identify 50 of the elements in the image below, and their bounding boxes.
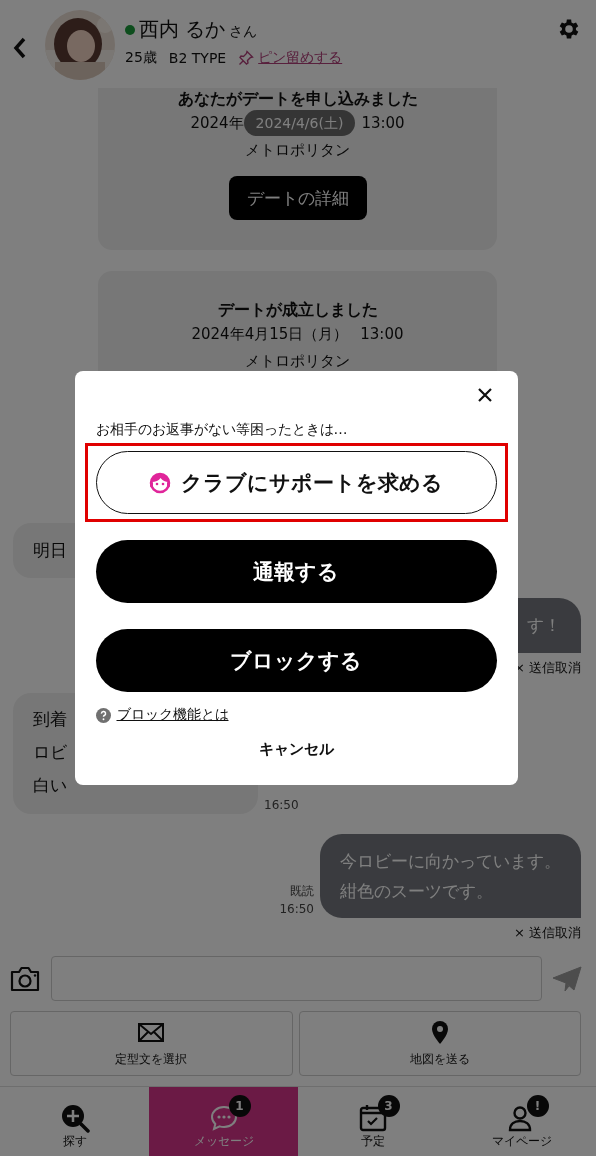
message-text: 今ロビーに向かっています。 <box>340 850 561 873</box>
message-input[interactable] <box>51 956 542 1001</box>
card-date: 2024年4月15日（月） <box>191 324 349 345</box>
help-link[interactable]: ブロック機能とは <box>116 706 229 724</box>
message-time: 16:50 <box>279 901 314 918</box>
nav-tab[interactable]: ! マイページ <box>447 1087 596 1156</box>
nav-tab[interactable]: 3 予定 <box>298 1087 447 1156</box>
notification-badge: 3 <box>377 1095 400 1117</box>
user-type: B2 TYPE <box>168 50 227 66</box>
pin-link[interactable]: ピン留めする <box>258 49 343 67</box>
card-place: メトロポリタン <box>245 140 350 161</box>
card-title: デートが成立しました <box>217 299 378 321</box>
block-button[interactable]: ブロックする <box>95 629 497 692</box>
notification-badge: ! <box>526 1095 549 1117</box>
user-age: 25歳 <box>125 49 157 67</box>
card-date: 13:00 <box>361 113 405 134</box>
card-place: メトロポリタン <box>245 351 350 372</box>
cancel-button[interactable]: キャンセル <box>254 740 338 759</box>
message-text: 到着 <box>33 708 67 731</box>
close-icon[interactable] <box>476 387 493 403</box>
card-date: 2024年 <box>190 113 244 134</box>
notification-badge: 1 <box>228 1095 251 1117</box>
message-time: 16:50 <box>264 797 299 814</box>
nav-tab[interactable]: 探す <box>0 1087 149 1156</box>
send-map-button[interactable]: 地図を送る <box>298 1011 581 1076</box>
template-button[interactable]: 定型文を選択 <box>10 1011 293 1076</box>
support-button[interactable]: クラブにサポートを求める <box>95 451 497 514</box>
help-icon <box>95 707 111 723</box>
pin-icon <box>238 50 255 66</box>
honorific: さん <box>229 22 258 41</box>
search-icon <box>59 1103 90 1133</box>
map-pin-icon <box>429 1019 450 1045</box>
report-button[interactable]: 通報する <box>95 540 497 603</box>
unsend-link[interactable]: × 送信取消 <box>513 924 581 942</box>
message-text: す！ <box>527 614 561 637</box>
message-text: 明日 <box>33 539 67 562</box>
message-text: 白い <box>33 774 67 797</box>
dialog-prompt: お相手のお返事がない等困ったときは… <box>95 421 349 439</box>
user-name: 西内 るか <box>139 16 226 43</box>
read-status: 既読 <box>290 883 314 900</box>
card-date: 13:00 <box>360 324 404 345</box>
message-text: ロビ <box>33 741 67 764</box>
camera-icon[interactable] <box>9 964 41 993</box>
nav-tab[interactable]: 1 メッセージ <box>149 1087 298 1156</box>
back-icon[interactable] <box>12 36 28 60</box>
date-pill: 2024/4/6(土) <box>243 110 356 136</box>
card-title: あなたがデートを申し込みました <box>177 88 418 110</box>
date-details-button[interactable]: デートの詳細 <box>228 176 367 220</box>
face-icon <box>149 471 171 494</box>
message-text: 紺色のスーツです。 <box>340 880 493 903</box>
